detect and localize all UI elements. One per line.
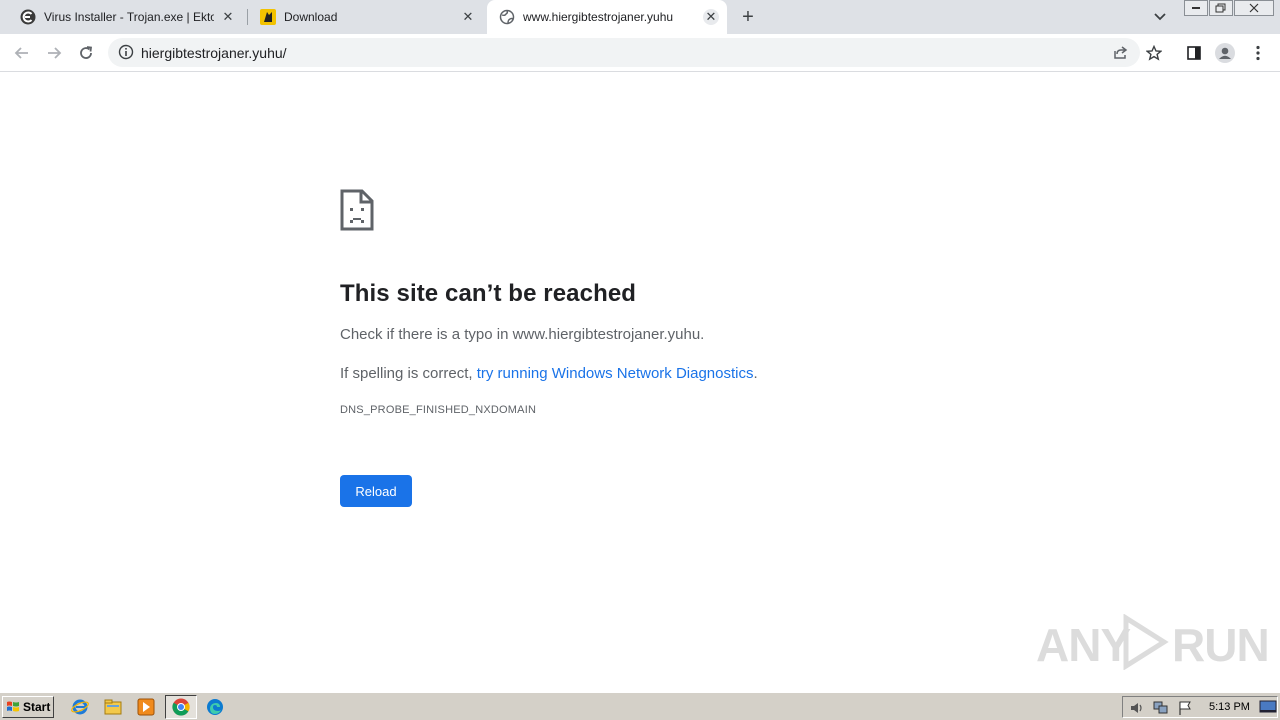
- address-url[interactable]: hiergibtestrojaner.yuhu/: [141, 45, 287, 61]
- forward-arrow-icon: [48, 47, 62, 59]
- error-code: DNS_PROBE_FINISHED_NXDOMAIN: [340, 404, 537, 416]
- tab-close-icon[interactable]: ✕: [460, 9, 476, 25]
- diagnostics-prefix: If spelling is correct,: [340, 365, 477, 382]
- network-icon[interactable]: [1153, 700, 1169, 716]
- tab-hiergibtestrojaner[interactable]: www.hiergibtestrojaner.yuhu ✕: [487, 0, 727, 34]
- tab-title: Virus Installer - Trojan.exe | Ektoplazm: [44, 10, 214, 24]
- profile-button[interactable]: [1215, 43, 1235, 63]
- diagnostics-hint: If spelling is correct, try running Wind…: [340, 365, 758, 382]
- reload-toolbar-button[interactable]: [73, 40, 99, 66]
- action-center-flag-icon[interactable]: [1177, 700, 1193, 716]
- menu-button[interactable]: [1248, 43, 1268, 63]
- windows-taskbar: Start 5:13 PM: [0, 692, 1280, 720]
- typo-hint: Check if there is a typo in www.hiergibt…: [340, 326, 705, 343]
- watermark-any: ANY: [1036, 619, 1131, 671]
- restore-button[interactable]: [1209, 0, 1233, 16]
- download-site-favicon: [260, 9, 276, 25]
- internet-explorer-icon[interactable]: [71, 698, 89, 716]
- sad-page-icon: [340, 189, 374, 231]
- diagnostics-suffix: .: [753, 365, 758, 382]
- bookmark-star-button[interactable]: [1144, 43, 1164, 63]
- start-label: Start: [23, 700, 51, 714]
- file-explorer-icon[interactable]: [104, 698, 122, 716]
- tab-close-icon[interactable]: ✕: [220, 9, 236, 25]
- error-heading: This site can’t be reached: [340, 280, 637, 307]
- tab-title: www.hiergibtestrojaner.yuhu: [523, 10, 674, 24]
- site-info-icon[interactable]: [118, 44, 134, 60]
- kebab-menu-icon: [1256, 45, 1260, 61]
- show-desktop-icon[interactable]: [1259, 700, 1277, 714]
- share-icon[interactable]: [1113, 44, 1129, 60]
- star-icon: [1146, 45, 1162, 61]
- taskbar-clock[interactable]: 5:13 PM: [1209, 701, 1250, 713]
- windows-flag-icon: [7, 701, 19, 712]
- side-panel-button[interactable]: [1184, 43, 1204, 63]
- tab-title: Download: [284, 10, 338, 24]
- reload-button[interactable]: Reload: [340, 475, 412, 507]
- tab-strip: Virus Installer - Trojan.exe | Ektoplazm…: [0, 0, 1280, 34]
- network-diagnostics-link[interactable]: try running Windows Network Diagnostics: [477, 365, 754, 382]
- ektoplazm-favicon: [20, 9, 36, 25]
- forward-button[interactable]: [41, 40, 67, 66]
- watermark-run: RUN: [1172, 619, 1270, 671]
- media-player-icon[interactable]: [137, 698, 155, 716]
- chrome-taskbar-button[interactable]: [165, 695, 197, 719]
- system-tray: 5:13 PM: [1122, 696, 1278, 718]
- edge-icon[interactable]: [206, 698, 224, 716]
- browser-toolbar: hiergibtestrojaner.yuhu/: [0, 34, 1280, 72]
- back-arrow-icon: [14, 47, 28, 59]
- side-panel-icon: [1187, 46, 1201, 60]
- minimize-button[interactable]: [1184, 0, 1208, 16]
- tab-close-icon[interactable]: ✕: [703, 9, 719, 25]
- tab-ektoplazm[interactable]: Virus Installer - Trojan.exe | Ektoplazm…: [8, 0, 244, 34]
- chrome-icon: [172, 698, 190, 716]
- reload-icon: [80, 46, 93, 59]
- profile-avatar-icon: [1215, 43, 1235, 63]
- anyrun-watermark: ANY RUN: [1036, 610, 1270, 674]
- play-logo-icon: [1123, 614, 1169, 670]
- tab-download[interactable]: Download ✕: [248, 0, 484, 34]
- globe-icon: [499, 9, 515, 25]
- error-page: This site can’t be reached Check if ther…: [0, 72, 1280, 692]
- address-bar[interactable]: hiergibtestrojaner.yuhu/: [108, 38, 1140, 67]
- tab-search-chevron-icon[interactable]: [1150, 8, 1170, 26]
- new-tab-button[interactable]: +: [736, 5, 760, 29]
- start-button[interactable]: Start: [2, 696, 54, 718]
- close-window-button[interactable]: [1234, 0, 1274, 16]
- back-button[interactable]: [9, 40, 35, 66]
- volume-icon[interactable]: [1129, 700, 1145, 716]
